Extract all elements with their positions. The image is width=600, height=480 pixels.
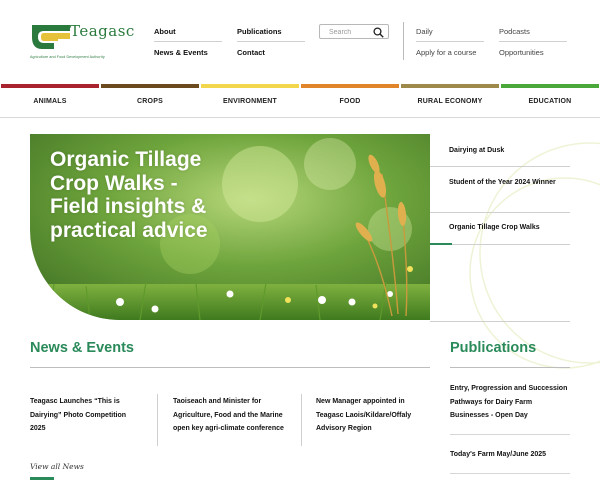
active-indicator xyxy=(430,243,452,245)
category-color-bar xyxy=(1,84,99,88)
category-crops[interactable]: CROPS xyxy=(101,84,201,118)
search-input[interactable] xyxy=(329,27,371,37)
featured-item-label: Student of the Year 2024 Winner xyxy=(449,179,556,186)
news-separator xyxy=(157,394,158,446)
category-environment[interactable]: ENVIRONMENT xyxy=(201,84,301,118)
nav-news-events[interactable]: News & Events xyxy=(154,48,208,57)
category-color-bar xyxy=(501,84,599,88)
category-label: FOOD xyxy=(339,98,361,105)
category-color-bar xyxy=(301,84,399,88)
nav-divider xyxy=(499,41,567,42)
nav-apply-course[interactable]: Apply for a course xyxy=(416,48,476,57)
search-box xyxy=(319,24,389,39)
news-section-title: News & Events xyxy=(30,340,134,356)
teagasc-logo[interactable]: Teagasc Agriculture and Food Development… xyxy=(30,22,136,62)
category-nav: ANIMALS CROPS ENVIRONMENT FOOD RURAL ECONOMY… xyxy=(0,84,600,118)
nav-daily[interactable]: Daily xyxy=(416,27,433,36)
category-label: ENVIRONMENT xyxy=(223,98,277,105)
hero-headline[interactable]: Organic Tillage Crop Walks - Field insig… xyxy=(50,148,220,242)
nav-podcasts[interactable]: Podcasts xyxy=(499,27,530,36)
category-label: EDUCATION xyxy=(528,98,572,105)
featured-item-label: Organic Tillage Crop Walks xyxy=(449,224,540,231)
category-label: RURAL ECONOMY xyxy=(417,98,483,105)
nav-publications[interactable]: Publications xyxy=(237,27,282,36)
category-animals[interactable]: ANIMALS xyxy=(1,84,101,118)
logo-wordmark: Teagasc xyxy=(70,22,135,40)
category-color-bar xyxy=(401,84,499,88)
nav-divider xyxy=(154,41,222,42)
nav-divider xyxy=(237,41,305,42)
featured-divider xyxy=(430,321,570,322)
category-education[interactable]: EDUCATION xyxy=(501,84,600,118)
nav-divider xyxy=(416,41,484,42)
news-item[interactable]: New Manager appointed in Teagasc Laois/K… xyxy=(316,395,428,436)
publication-divider xyxy=(450,473,570,474)
nav-contact[interactable]: Contact xyxy=(237,48,265,57)
publications-divider xyxy=(450,367,570,368)
publication-item[interactable]: Entry, Progression and Succession Pathwa… xyxy=(450,382,570,423)
featured-item-label: Dairying at Dusk xyxy=(449,147,505,154)
hero-banner[interactable]: Organic Tillage Crop Walks - Field insig… xyxy=(30,134,430,320)
header-divider xyxy=(403,22,404,60)
category-rural-economy[interactable]: RURAL ECONOMY xyxy=(401,84,501,118)
category-label: ANIMALS xyxy=(33,98,67,105)
publications-section-title: Publications xyxy=(450,340,537,356)
site-header: Teagasc Agriculture and Food Development… xyxy=(0,0,600,84)
nav-opportunities[interactable]: Opportunities xyxy=(499,48,544,57)
publication-divider xyxy=(450,434,570,435)
view-all-news-link[interactable]: View all News xyxy=(30,462,84,471)
category-color-bar xyxy=(101,84,199,88)
featured-item[interactable]: Student of the Year 2024 Winner xyxy=(430,167,570,213)
nav-about[interactable]: About xyxy=(154,27,176,36)
featured-item[interactable]: Dairying at Dusk xyxy=(430,134,570,167)
news-divider xyxy=(30,367,430,368)
category-label: CROPS xyxy=(137,98,163,105)
news-separator xyxy=(301,394,302,446)
news-item[interactable]: Teagasc Launches “This is Dairying” Phot… xyxy=(30,395,142,436)
search-icon[interactable] xyxy=(373,27,384,38)
featured-item-active[interactable]: Organic Tillage Crop Walks xyxy=(430,213,570,245)
category-color-bar xyxy=(201,84,299,88)
news-item[interactable]: Taoiseach and Minister for Agriculture, … xyxy=(173,395,289,436)
category-food[interactable]: FOOD xyxy=(301,84,401,118)
logo-tagline: Agriculture and Food Development Authori… xyxy=(30,55,105,59)
logo-emblem-icon xyxy=(32,25,70,49)
publication-item[interactable]: Today's Farm May/June 2025 xyxy=(450,448,570,462)
